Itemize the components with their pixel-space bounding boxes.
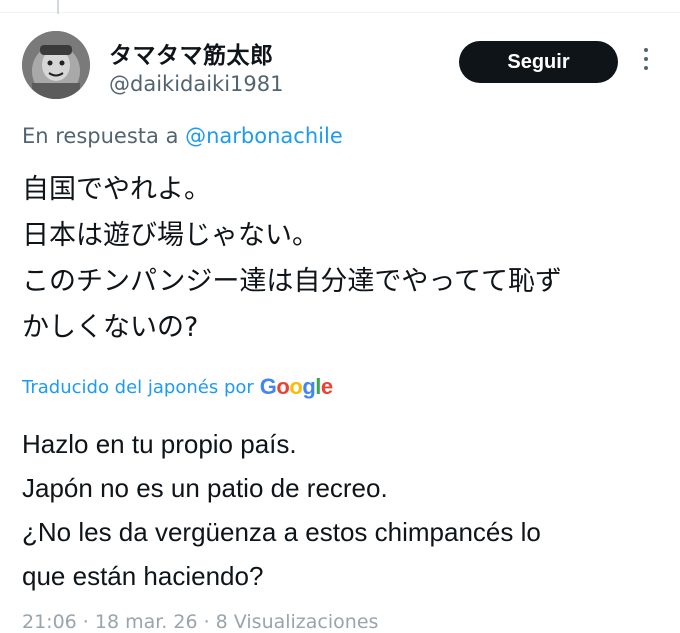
reply-context: En respuesta a @narbonachile (22, 124, 343, 148)
translation-line: ¿No les da vergüenza a estos chimpancés … (22, 517, 541, 547)
translation-attribution-label: Traducido del japonés por (22, 376, 254, 398)
avatar-image (22, 31, 90, 99)
original-line: このチンパンジー達は自分達でやってて恥ず (22, 266, 562, 297)
display-name[interactable]: タマタマ筋太郎 (109, 36, 274, 70)
tweet-text-original: 自国でやれよ。 日本は遊び場じゃない。 このチンパンジー達は自分達でやってて恥ず… (22, 167, 562, 351)
top-divider (0, 12, 680, 13)
tweet-text-translation: Hazlo en tu propio país. Japón no es un … (22, 422, 541, 598)
original-line: かしくないの? (22, 312, 199, 343)
tweet-meta: 21:06 · 18 mar. 26 · 8 Visualizaciones (22, 611, 379, 633)
original-line: 日本は遊び場じゃない。 (22, 220, 319, 251)
translation-line: Japón no es un patio de recreo. (22, 473, 388, 503)
user-handle[interactable]: @daikidaiki1981 (109, 72, 284, 96)
follow-button[interactable]: Seguir (459, 41, 618, 83)
original-line: 自国でやれよ。 (22, 174, 211, 205)
thread-connector-line (57, 0, 59, 14)
reply-prefix: En respuesta a (22, 124, 179, 148)
google-logo: Google (259, 374, 333, 399)
avatar[interactable] (22, 31, 90, 99)
reply-mention-link[interactable]: @narbonachile (185, 124, 343, 148)
translation-line: que están haciendo? (22, 561, 264, 591)
translation-line: Hazlo en tu propio país. (22, 429, 297, 459)
translation-attribution[interactable]: Traducido del japonés por Google (22, 374, 333, 400)
more-vertical-icon[interactable] (638, 48, 654, 76)
